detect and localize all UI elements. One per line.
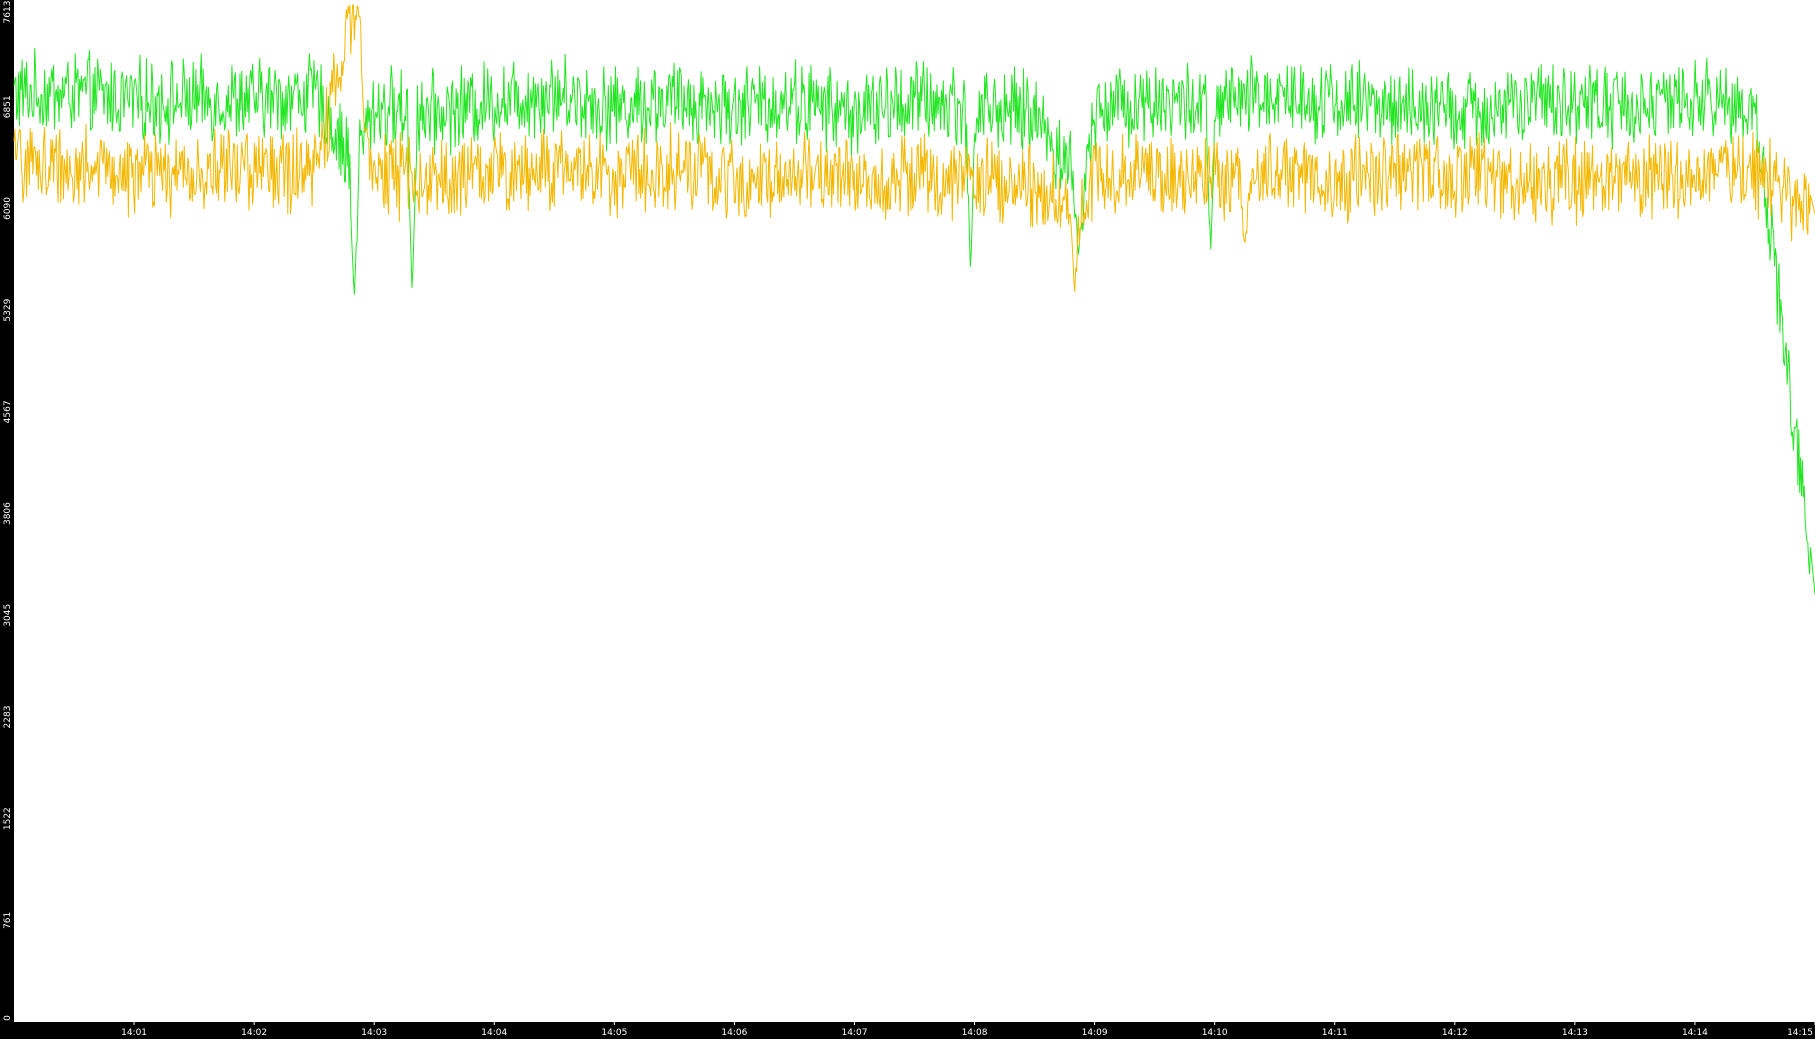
- x-tick-label: 14:02: [241, 1028, 267, 1038]
- y-tick-label: 2283: [3, 706, 13, 729]
- x-tick-label: 14:03: [361, 1028, 387, 1038]
- x-tick-label: 14:05: [601, 1028, 627, 1038]
- x-tick-label: 14:01: [121, 1028, 147, 1038]
- x-tick-label: 14:08: [962, 1028, 988, 1038]
- chart-svg: 0 761 1522 2283 3045 3806 4567 5329 6090 6851 7613…: [0, 0, 1815, 1039]
- y-tick-label: 6851: [3, 95, 13, 118]
- x-tick-label: 14:14: [1682, 1028, 1708, 1038]
- x-tick-label: 14:06: [721, 1028, 747, 1038]
- y-tick-label: 3806: [3, 502, 13, 525]
- x-tick-label: 14:07: [841, 1028, 867, 1038]
- x-axis-bar: [0, 1022, 1815, 1039]
- x-tick-label: 14:09: [1082, 1028, 1108, 1038]
- y-tick-label: 0: [3, 1015, 13, 1021]
- x-tick-label: 14:04: [481, 1028, 507, 1038]
- x-tick-label: 14:13: [1562, 1028, 1588, 1038]
- x-tick-label: 14:12: [1442, 1028, 1468, 1038]
- x-tick-label: 14:10: [1202, 1028, 1228, 1038]
- y-tick-label: 6090: [3, 197, 13, 220]
- x-tick-label: 14:11: [1322, 1028, 1348, 1038]
- y-tick-label: 4567: [3, 400, 13, 423]
- y-tick-label: 5329: [3, 298, 13, 321]
- y-tick-label: 761: [3, 912, 13, 929]
- y-tick-label: 1522: [3, 807, 13, 830]
- y-tick-label: 3045: [3, 604, 13, 627]
- line-chart: 0 761 1522 2283 3045 3806 4567 5329 6090 6851 7613…: [0, 0, 1815, 1039]
- y-tick-label: 7613: [3, 1, 13, 24]
- x-tick-label: 14:15: [1787, 1028, 1813, 1038]
